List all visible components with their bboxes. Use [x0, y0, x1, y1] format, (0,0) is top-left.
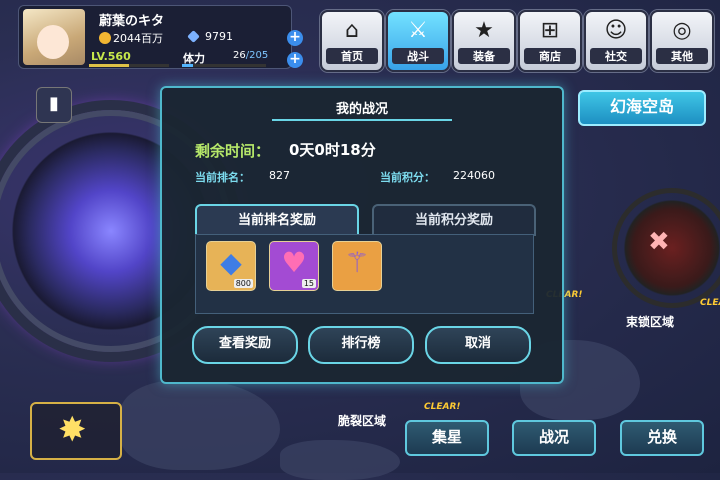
xp-fill [89, 64, 129, 67]
current-rank-label: 当前排名： [195, 171, 250, 184]
collect-stars-button[interactable]: 集星 [405, 420, 489, 456]
reward-item[interactable]: ◆ 800 [206, 241, 256, 291]
blue-crystal-icon: ◆ [220, 246, 242, 279]
remaining-time-label: 剩余时间： [195, 142, 271, 160]
dialog-title: 我的战况 [335, 102, 388, 117]
tab-score-rewards[interactable]: 当前积分奖励 [372, 204, 536, 236]
player-panel: 蔚葉のキタ 2044百万 9791 LV.560 体力 26/205 + + [18, 5, 303, 69]
tab-rank-rewards[interactable]: 当前排名奖励 [195, 204, 359, 236]
cancel-button[interactable]: 取消 [425, 326, 531, 364]
nav-home-label: 首页 [326, 48, 378, 64]
nav-equip-label: 装备 [458, 48, 510, 64]
house-icon: ⌂ [345, 18, 359, 43]
chain-icon: ✖ [648, 227, 670, 257]
gold-value: 2044百万 [113, 32, 163, 45]
reward-item[interactable]: ⚚ [332, 241, 382, 291]
nav-social-label: 社交 [590, 48, 642, 64]
stamina-value: 26/205 [233, 50, 268, 61]
current-score-value: 224060 [453, 169, 495, 182]
add-gems-button[interactable]: + [287, 30, 303, 46]
player-name: 蔚葉のキタ [99, 14, 165, 29]
chain-zone-label[interactable]: 束锁区域 [626, 313, 674, 330]
nav-battle-label: 战斗 [392, 48, 444, 64]
gem-icon [187, 30, 200, 43]
reward-quantity: 15 [301, 279, 316, 288]
avatar[interactable] [23, 9, 85, 65]
reward-quantity: 800 [233, 279, 253, 288]
reward-item[interactable]: ♥ 15 [269, 241, 319, 291]
shopping-cart-icon: ⊞ [540, 18, 560, 43]
current-rank-value: 827 [269, 169, 290, 182]
nav-other-button[interactable]: ◎ 其他 [650, 10, 714, 72]
leaderboard-button[interactable]: 排行榜 [308, 326, 414, 364]
nav-shop-button[interactable]: ⊞ 商店 [518, 10, 582, 72]
title-divider [272, 119, 452, 121]
social-face-icon: ☺ [604, 18, 628, 43]
remaining-time-value: 0天0时18分 [289, 141, 376, 159]
zone-title-button[interactable]: 幻海空岛 [578, 90, 706, 126]
rainbow-heart-crystal-icon: ♥ [281, 246, 307, 279]
gem-value: 9791 [205, 30, 233, 43]
stamina-current: 26 [233, 50, 246, 61]
current-score-label: 当前积分： [380, 171, 435, 184]
add-stamina-button[interactable]: + [287, 52, 303, 68]
nav-equip-button[interactable]: ★ 装备 [452, 10, 516, 72]
reward-list: ◆ 800 ♥ 15 ⚚ [195, 234, 534, 314]
nav-battle-button[interactable]: ⚔ 战斗 [386, 10, 450, 72]
exchange-button[interactable]: 兑换 [620, 420, 704, 456]
nav-social-button[interactable]: ☺ 社交 [584, 10, 648, 72]
burst-star-icon: ✸ [58, 410, 87, 450]
crossed-swords-icon: ⚔ [408, 18, 428, 43]
nav-other-label: 其他 [656, 48, 708, 64]
fragile-zone-label[interactable]: 脆裂区域 [338, 412, 386, 429]
stamina-max: /205 [245, 50, 269, 61]
target-icon: ◎ [672, 18, 692, 43]
xp-bar [89, 64, 169, 67]
book-button[interactable]: ▮ [36, 87, 72, 123]
view-rewards-button[interactable]: 查看奖励 [192, 326, 298, 364]
violet-staff-icon: ⚚ [344, 246, 370, 279]
stamina-fill [182, 64, 193, 67]
gold-coin-icon [99, 32, 111, 44]
star-gun-icon: ★ [474, 18, 494, 43]
battle-status-button[interactable]: 战况 [512, 420, 596, 456]
special-skill-button[interactable]: ✸ [30, 402, 122, 460]
clear-badge: CLEAR! [424, 402, 461, 412]
battle-status-dialog: 我的战况 剩余时间： 0天0时18分 当前排名： 827 当前积分： 22406… [160, 86, 564, 384]
floating-rock [120, 380, 280, 470]
floating-rock [280, 440, 400, 480]
nav-shop-label: 商店 [524, 48, 576, 64]
clear-badge: CLEAR! [700, 298, 720, 308]
player-level: LV.560 [91, 50, 131, 63]
nav-home-button[interactable]: ⌂ 首页 [320, 10, 384, 72]
book-icon: ▮ [49, 93, 59, 114]
stamina-bar [182, 64, 266, 67]
